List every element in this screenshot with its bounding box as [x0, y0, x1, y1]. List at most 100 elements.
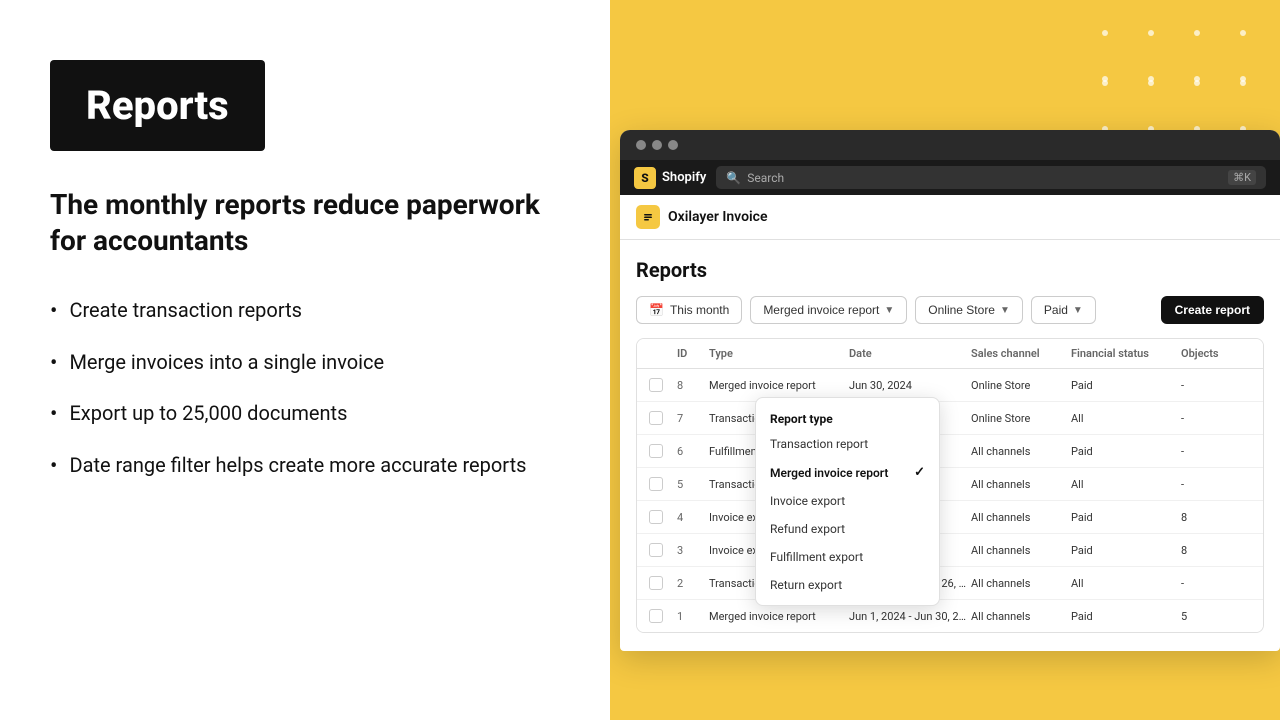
table-row: 7 Transaction report Jun 30, 2024 Online… — [637, 402, 1263, 435]
search-icon: 🔍 — [726, 171, 741, 185]
row-channel-1: All channels — [971, 610, 1071, 623]
bullet-1: Create transaction reports — [50, 296, 560, 328]
dropdown-item-label-0: Transaction report — [770, 437, 868, 451]
row-type-1: Merged invoice report — [709, 610, 849, 623]
row-channel-2: All channels — [971, 577, 1071, 590]
table-row: 6 Fulfillment export Jun 30, 2024 All ch… — [637, 435, 1263, 468]
table-row: 8 Merged invoice report Jun 30, 2024 Onl… — [637, 369, 1263, 402]
row-id-8: 8 — [677, 379, 709, 392]
row-status-2: All — [1071, 577, 1181, 590]
create-report-button[interactable]: Create report — [1161, 296, 1264, 324]
report-type-filter-button[interactable]: Merged invoice report ▼ — [750, 296, 907, 324]
row-checkbox-5[interactable] — [649, 477, 663, 491]
browser-window: S Shopify 🔍 Search ⌘K Oxilayer Invoice — [620, 130, 1280, 651]
dropdown-item-5[interactable]: Return export — [756, 571, 939, 599]
traffic-dot-3 — [668, 140, 678, 150]
app-icon — [636, 205, 660, 229]
dropdown-item-label-5: Return export — [770, 578, 842, 592]
row-objects-8: - — [1181, 379, 1251, 392]
row-status-3: Paid — [1071, 544, 1181, 557]
row-objects-6: - — [1181, 445, 1251, 458]
tagline: The monthly reports reduce paperwork for… — [50, 187, 560, 260]
bullet-2: Merge invoices into a single invoice — [50, 348, 560, 380]
row-channel-7: Online Store — [971, 412, 1071, 425]
dropdown-item-3[interactable]: Refund export — [756, 515, 939, 543]
chevron-down-icon: ▼ — [884, 305, 894, 316]
reports-table: Report type Transaction report Merged in… — [636, 338, 1264, 633]
row-checkbox-7[interactable] — [649, 411, 663, 425]
row-id-2: 2 — [677, 577, 709, 590]
dropdown-item-label-3: Refund export — [770, 522, 845, 536]
date-filter-label: This month — [670, 303, 729, 317]
row-checkbox-4[interactable] — [649, 510, 663, 524]
shopify-navbar: S Shopify 🔍 Search ⌘K — [620, 160, 1280, 195]
bullet-3: Export up to 25,000 documents — [50, 399, 560, 431]
row-id-5: 5 — [677, 478, 709, 491]
browser-titlebar — [620, 130, 1280, 160]
row-id-4: 4 — [677, 511, 709, 524]
row-id-7: 7 — [677, 412, 709, 425]
row-objects-3: 8 — [1181, 544, 1251, 557]
row-checkbox-3[interactable] — [649, 543, 663, 557]
row-checkbox-2[interactable] — [649, 576, 663, 590]
row-channel-8: Online Store — [971, 379, 1071, 392]
bullet-4: Date range filter helps create more accu… — [50, 451, 560, 483]
row-id-6: 6 — [677, 445, 709, 458]
dropdown-item-2[interactable]: Invoice export — [756, 487, 939, 515]
row-objects-7: - — [1181, 412, 1251, 425]
right-panel: S Shopify 🔍 Search ⌘K Oxilayer Invoice — [610, 0, 1280, 720]
page-title: Reports — [636, 258, 1264, 282]
row-objects-1: 5 — [1181, 610, 1251, 623]
dropdown-item-1[interactable]: Merged invoice report ✓ — [756, 458, 939, 487]
search-shortcut: ⌘K — [1228, 170, 1256, 185]
dropdown-item-0[interactable]: Transaction report — [756, 430, 939, 458]
table-row: 1 Merged invoice report Jun 1, 2024 - Ju… — [637, 600, 1263, 632]
row-objects-2: - — [1181, 577, 1251, 590]
table-row: 3 Invoice export Jun 30, 2024 All channe… — [637, 534, 1263, 567]
report-filter-label: Merged invoice report — [763, 303, 879, 317]
th-id: ID — [677, 347, 709, 360]
reports-badge: Reports — [50, 60, 265, 151]
th-channel: Sales channel — [971, 347, 1071, 360]
row-status-1: Paid — [1071, 610, 1181, 623]
checkmark-icon: ✓ — [914, 465, 925, 480]
row-channel-6: All channels — [971, 445, 1071, 458]
row-checkbox-6[interactable] — [649, 444, 663, 458]
row-status-4: Paid — [1071, 511, 1181, 524]
table-row: 2 Transaction report Jun 26, 2024 - Jun … — [637, 567, 1263, 600]
row-channel-4: All channels — [971, 511, 1071, 524]
th-status: Financial status — [1071, 347, 1181, 360]
dropdown-item-label-2: Invoice export — [770, 494, 845, 508]
left-panel: Reports The monthly reports reduce paper… — [0, 0, 610, 720]
shopify-icon: S — [634, 167, 656, 189]
dropdown-item-4[interactable]: Fulfillment export — [756, 543, 939, 571]
row-checkbox-1[interactable] — [649, 609, 663, 623]
th-type: Type — [709, 347, 849, 360]
dropdown-item-label-1: Merged invoice report — [770, 466, 888, 480]
date-filter-button[interactable]: 📅 This month — [636, 296, 742, 324]
th-objects: Objects — [1181, 347, 1251, 360]
report-type-dropdown[interactable]: Report type Transaction report Merged in… — [755, 397, 940, 606]
feature-list: Create transaction reports Merge invoice… — [50, 296, 560, 483]
shopify-logo: S Shopify — [634, 167, 706, 189]
row-date-1: Jun 1, 2024 - Jun 30, 2024 — [849, 610, 971, 623]
reports-page: Reports 📅 This month Merged invoice repo… — [620, 240, 1280, 651]
row-status-5: All — [1071, 478, 1181, 491]
app-title: Oxilayer Invoice — [668, 209, 768, 225]
row-type-8: Merged invoice report — [709, 379, 849, 392]
row-checkbox-8[interactable] — [649, 378, 663, 392]
traffic-dot-1 — [636, 140, 646, 150]
status-filter-label: Paid — [1044, 303, 1068, 317]
row-id-3: 3 — [677, 544, 709, 557]
chevron-down-icon-2: ▼ — [1000, 305, 1010, 316]
row-status-6: Paid — [1071, 445, 1181, 458]
table-row: 4 Invoice export Jun 30, 2024 All channe… — [637, 501, 1263, 534]
th-checkbox — [649, 347, 677, 360]
th-date: Date — [849, 347, 971, 360]
table-header: ID Type Date Sales channel Financial sta… — [637, 339, 1263, 369]
search-bar[interactable]: 🔍 Search ⌘K — [716, 166, 1266, 189]
row-status-7: All — [1071, 412, 1181, 425]
dropdown-item-label-4: Fulfillment export — [770, 550, 863, 564]
status-filter-button[interactable]: Paid ▼ — [1031, 296, 1096, 324]
store-filter-button[interactable]: Online Store ▼ — [915, 296, 1023, 324]
